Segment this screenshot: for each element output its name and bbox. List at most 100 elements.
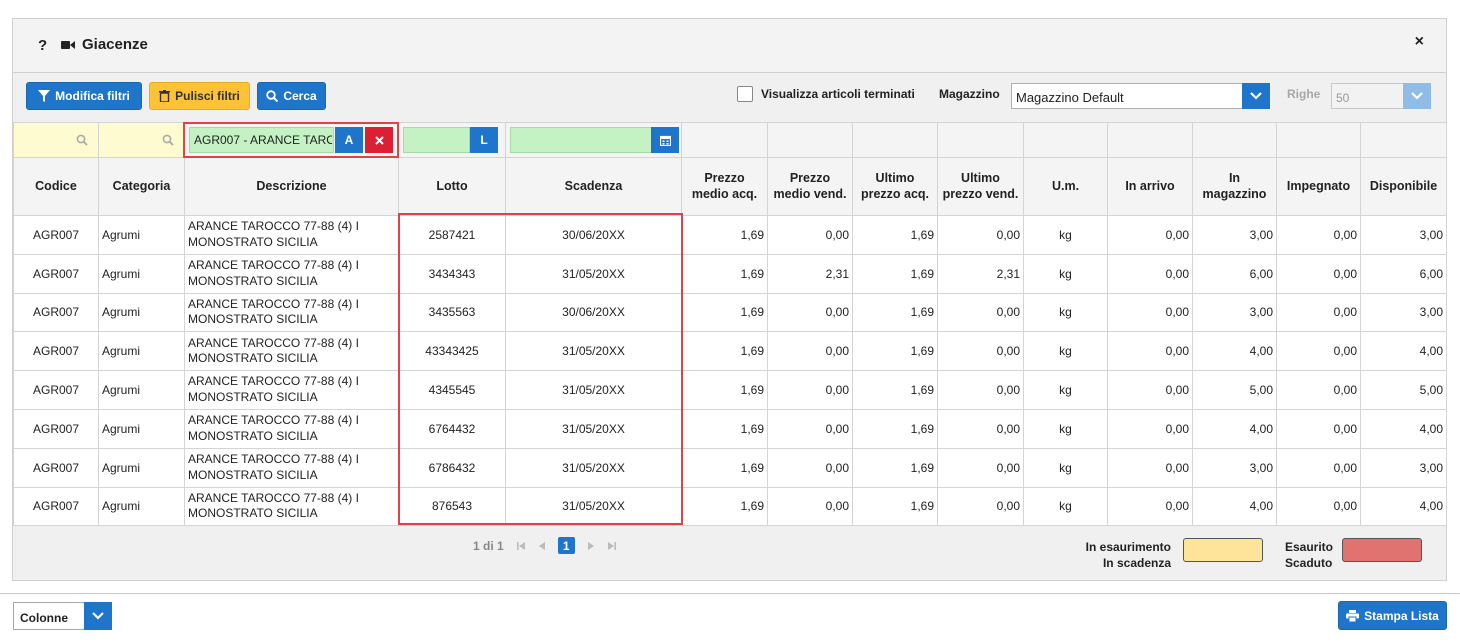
cell-codice: AGR007 <box>13 447 99 488</box>
table-row[interactable]: AGR007 Agrumi ARANCE TAROCCO 77-88 (4) I M… <box>13 331 1447 372</box>
scadenza-filter-input[interactable] <box>510 127 652 153</box>
cell-upv: 0,00 <box>937 486 1024 527</box>
cell-codice: AGR007 <box>13 408 99 449</box>
column-header[interactable]: Prezzo medio acq. <box>681 157 768 216</box>
column-header[interactable]: Ultimo prezzo acq. <box>852 157 938 216</box>
last-page-icon[interactable] <box>607 541 617 551</box>
modifica-filtri-label: Modifica filtri <box>55 89 130 103</box>
righe-label: Righe <box>1287 87 1321 101</box>
cell-impegnato: 0,00 <box>1276 215 1361 255</box>
close-icon[interactable]: × <box>1415 33 1424 51</box>
help-icon[interactable]: ? <box>38 37 47 54</box>
cell-upv: 0,00 <box>937 331 1024 372</box>
colonne-dropdown-button[interactable] <box>84 602 112 630</box>
table-row[interactable]: AGR007 Agrumi ARANCE TAROCCO 77-88 (4) I M… <box>13 447 1447 488</box>
table-row[interactable]: AGR007 Agrumi ARANCE TAROCCO 77-88 (4) I M… <box>13 370 1447 410</box>
column-header[interactable]: Disponibile <box>1360 157 1447 216</box>
chevron-down-icon <box>1250 92 1262 100</box>
cell-arrivo: 0,00 <box>1107 253 1193 294</box>
righe-dropdown-button[interactable] <box>1403 83 1431 109</box>
magazzino-dropdown-button[interactable] <box>1242 83 1270 109</box>
cell-upv: 0,00 <box>937 370 1024 410</box>
column-header[interactable]: Ultimo prezzo vend. <box>937 157 1024 216</box>
cell-descrizione: ARANCE TAROCCO 77-88 (4) I MONOSTRATO SI… <box>184 447 399 488</box>
lotto-filter-l-button[interactable]: L <box>470 127 498 153</box>
modifica-filtri-button[interactable]: Modifica filtri <box>26 82 142 110</box>
cell-descrizione: ARANCE TAROCCO 77-88 (4) I MONOSTRATO SI… <box>184 408 399 449</box>
cell-impegnato: 0,00 <box>1276 253 1361 294</box>
cell-codice: AGR007 <box>13 486 99 527</box>
column-header[interactable]: In magazzino <box>1192 157 1277 216</box>
righe-select[interactable]: 50 <box>1331 83 1431 109</box>
colonne-select[interactable]: Colonne <box>13 602 112 630</box>
cell-um: kg <box>1023 370 1108 410</box>
column-header[interactable]: In arrivo <box>1107 157 1193 216</box>
empty-filter <box>1192 122 1277 158</box>
cerca-button[interactable]: Cerca <box>257 82 326 110</box>
codice-filter[interactable] <box>13 122 99 158</box>
cell-pmv: 0,00 <box>767 215 853 255</box>
legend-yellow-swatch <box>1183 538 1263 562</box>
cell-upv: 0,00 <box>937 292 1024 333</box>
column-header[interactable]: Codice <box>13 157 99 216</box>
cell-scadenza: 31/05/20XX <box>505 408 682 449</box>
video-camera-icon <box>61 41 75 49</box>
cell-lotto: 3434343 <box>398 253 506 294</box>
stampa-lista-button[interactable]: Stampa Lista <box>1338 601 1447 630</box>
first-page-icon[interactable] <box>516 541 526 551</box>
table-row[interactable]: AGR007 Agrumi ARANCE TAROCCO 77-88 (4) I M… <box>13 253 1447 294</box>
magazzino-select[interactable]: Magazzino Default <box>1011 83 1270 109</box>
column-header[interactable]: U.m. <box>1023 157 1108 216</box>
cell-pmv: 2,31 <box>767 253 853 294</box>
cell-pma: 1,69 <box>681 331 768 372</box>
descrizione-filter-a-button[interactable]: A <box>335 127 363 153</box>
descrizione-filter-input[interactable]: AGR007 - ARANCE TAROCCO 77-88 (4) I MONO… <box>189 127 334 153</box>
empty-filter <box>1107 122 1193 158</box>
chevron-down-icon <box>1411 92 1423 100</box>
cell-categoria: Agrumi <box>98 331 185 372</box>
table-row[interactable]: AGR007 Agrumi ARANCE TAROCCO 77-88 (4) I M… <box>13 215 1447 255</box>
footer-divider <box>0 593 1460 594</box>
column-header[interactable]: Descrizione <box>184 157 399 216</box>
cell-descrizione: ARANCE TAROCCO 77-88 (4) I MONOSTRATO SI… <box>184 486 399 527</box>
next-page-icon[interactable] <box>587 541 595 551</box>
table-row[interactable]: AGR007 Agrumi ARANCE TAROCCO 77-88 (4) I M… <box>13 408 1447 449</box>
column-header[interactable]: Scadenza <box>505 157 682 216</box>
cell-codice: AGR007 <box>13 215 99 255</box>
cell-impegnato: 0,00 <box>1276 408 1361 449</box>
filter-row: AGR007 - ARANCE TAROCCO 77-88 (4) I MONO… <box>13 122 1447 158</box>
cell-magazzino: 6,00 <box>1192 253 1277 294</box>
cell-magazzino: 4,00 <box>1192 331 1277 372</box>
printer-icon <box>1346 609 1360 622</box>
cell-upa: 1,69 <box>852 370 938 410</box>
cell-scadenza: 30/06/20XX <box>505 292 682 333</box>
cell-impegnato: 0,00 <box>1276 331 1361 372</box>
column-header[interactable]: Prezzo medio vend. <box>767 157 853 216</box>
lotto-filter-input[interactable] <box>403 127 470 153</box>
cell-categoria: Agrumi <box>98 408 185 449</box>
cell-descrizione: ARANCE TAROCCO 77-88 (4) I MONOSTRATO SI… <box>184 215 399 255</box>
column-header[interactable]: Lotto <box>398 157 506 216</box>
cell-magazzino: 5,00 <box>1192 370 1277 410</box>
scadenza-filter <box>505 122 682 158</box>
righe-value: 50 <box>1336 91 1350 105</box>
table-row[interactable]: AGR007 Agrumi ARANCE TAROCCO 77-88 (4) I M… <box>13 486 1447 527</box>
table-row[interactable]: AGR007 Agrumi ARANCE TAROCCO 77-88 (4) I M… <box>13 292 1447 333</box>
visualizza-terminati-checkbox[interactable] <box>737 86 753 102</box>
cell-scadenza: 31/05/20XX <box>505 370 682 410</box>
cell-scadenza: 31/05/20XX <box>505 486 682 527</box>
cell-pma: 1,69 <box>681 486 768 527</box>
cell-magazzino: 3,00 <box>1192 292 1277 333</box>
scadenza-calendar-button[interactable] <box>651 127 679 153</box>
descrizione-filter-clear-button[interactable] <box>365 127 393 153</box>
column-header[interactable]: Categoria <box>98 157 185 216</box>
prev-page-icon[interactable] <box>538 541 546 551</box>
categoria-filter[interactable] <box>98 122 185 158</box>
current-page-button[interactable]: 1 <box>557 537 575 554</box>
column-header[interactable]: Impegnato <box>1276 157 1361 216</box>
pulisci-filtri-button[interactable]: Pulisci filtri <box>149 82 250 110</box>
empty-filter <box>681 122 768 158</box>
cell-pma: 1,69 <box>681 215 768 255</box>
cell-impegnato: 0,00 <box>1276 292 1361 333</box>
l-button-label: L <box>480 133 488 147</box>
